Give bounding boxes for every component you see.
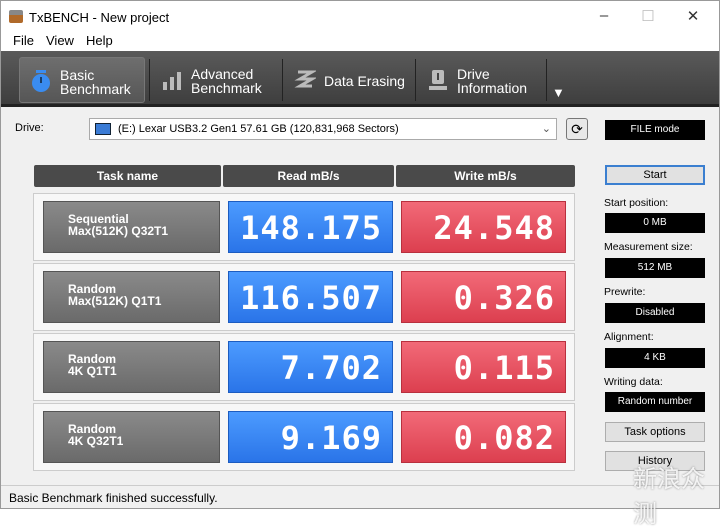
app-icon [9, 10, 23, 23]
more-tabs-arrow[interactable]: ▼ [552, 85, 565, 100]
start-position-value[interactable]: 0 MB [605, 213, 705, 233]
mode-indicator: FILE mode [605, 120, 705, 140]
writing-data-label: Writing data: [604, 376, 663, 388]
table-row: Sequential Max(512K) Q32T1 148.175 24.54… [33, 193, 575, 261]
drive-icon [95, 123, 111, 135]
write-value: 0.082 [401, 411, 566, 463]
start-position-label: Start position: [604, 197, 669, 209]
read-value: 148.175 [228, 201, 393, 253]
tab-advanced-benchmark[interactable]: Advanced Benchmark [151, 57, 281, 103]
prewrite-label: Prewrite: [604, 286, 646, 298]
app-window: TxBENCH - New project – ☐ ✕ File View He… [0, 0, 720, 528]
write-value: 0.326 [401, 271, 566, 323]
drive-select[interactable]: (E:) Lexar USB3.2 Gen1 57.61 GB (120,831… [89, 118, 557, 140]
eraser-icon [294, 70, 316, 88]
drive-info-icon [429, 70, 447, 90]
task-button[interactable]: Random Max(512K) Q1T1 [43, 271, 220, 323]
measurement-size-value[interactable]: 512 MB [605, 258, 705, 278]
alignment-value[interactable]: 4 KB [605, 348, 705, 368]
menu-bar: File View Help [1, 33, 719, 51]
read-value: 9.169 [228, 411, 393, 463]
task-button[interactable]: Random 4K Q1T1 [43, 341, 220, 393]
alignment-label: Alignment: [604, 331, 654, 343]
start-button[interactable]: Start [605, 165, 705, 185]
task-options-button[interactable]: Task options [605, 422, 705, 442]
header-task-name: Task name [34, 165, 221, 187]
tab-label: Drive Information [457, 66, 528, 96]
table-row: Random Max(512K) Q1T1 116.507 0.326 [33, 263, 575, 331]
task-button[interactable]: Random 4K Q32T1 [43, 411, 220, 463]
stopwatch-icon [32, 70, 50, 92]
drive-value: (E:) Lexar USB3.2 Gen1 57.61 GB (120,831… [118, 123, 399, 135]
drive-label: Drive: [15, 122, 44, 134]
tab-basic-benchmark[interactable]: Basic Benchmark [19, 57, 145, 103]
read-value: 116.507 [228, 271, 393, 323]
minimize-button[interactable]: – [589, 7, 619, 24]
title-bar: TxBENCH - New project – ☐ ✕ [1, 1, 719, 33]
measurement-size-label: Measurement size: [604, 241, 693, 253]
maximize-button[interactable]: ☐ [633, 7, 663, 25]
read-value: 7.702 [228, 341, 393, 393]
status-bar: Basic Benchmark finished successfully. [1, 485, 719, 509]
watermark: 新浪众测 [633, 466, 705, 528]
tab-data-erasing[interactable]: Data Erasing [284, 57, 414, 103]
refresh-button[interactable]: ⟳ [566, 118, 588, 140]
tab-label: Advanced Benchmark [191, 66, 262, 96]
prewrite-value[interactable]: Disabled [605, 303, 705, 323]
menu-file[interactable]: File [13, 33, 34, 48]
task-button[interactable]: Sequential Max(512K) Q32T1 [43, 201, 220, 253]
window-title: TxBENCH - New project [29, 10, 170, 25]
table-row: Random 4K Q32T1 9.169 0.082 [33, 403, 575, 471]
toolbar: Basic Benchmark Advanced Benchmark Data … [1, 51, 719, 107]
header-read: Read mB/s [223, 165, 394, 187]
tab-label: Basic Benchmark [60, 67, 131, 97]
bar-chart-icon [163, 72, 181, 90]
table-row: Random 4K Q1T1 7.702 0.115 [33, 333, 575, 401]
header-write: Write mB/s [396, 165, 575, 187]
menu-view[interactable]: View [46, 33, 74, 48]
write-value: 24.548 [401, 201, 566, 253]
tab-label: Data Erasing [324, 73, 405, 89]
write-value: 0.115 [401, 341, 566, 393]
chevron-down-icon: ⌄ [541, 123, 551, 135]
menu-help[interactable]: Help [86, 33, 113, 48]
close-button[interactable]: ✕ [678, 7, 708, 25]
tab-drive-information[interactable]: Drive Information [417, 57, 545, 103]
writing-data-value[interactable]: Random number [605, 392, 705, 412]
